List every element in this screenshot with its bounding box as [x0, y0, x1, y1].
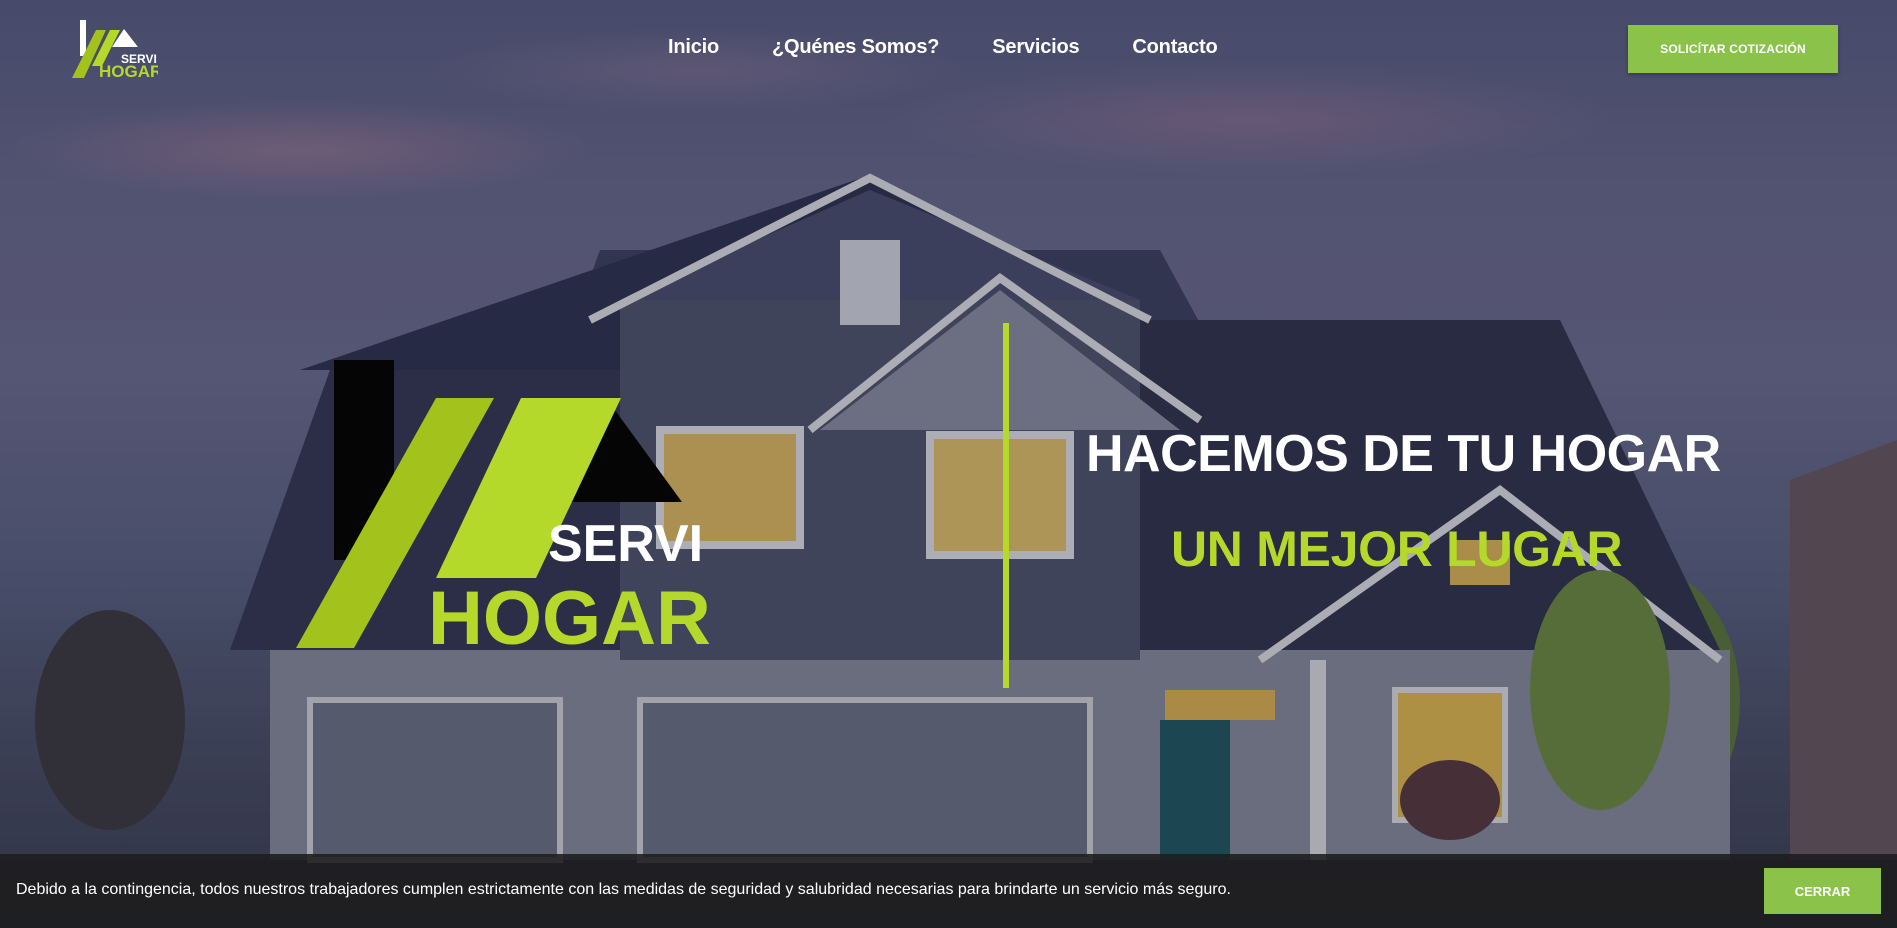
nav-item-contacto[interactable]: Contacto [1132, 36, 1217, 59]
nav-item-inicio[interactable]: Inicio [668, 36, 719, 59]
hero-logo: SERVI HOGAR [296, 360, 711, 648]
hero-divider [1003, 323, 1009, 688]
servi-hogar-logo-icon: SERVI HOGAR [72, 20, 162, 81]
hero-subheadline: UN MEJOR LUGAR [1171, 521, 1623, 577]
close-notice-button[interactable]: CERRAR [1764, 868, 1881, 914]
header-logo-hogar: HOGAR [99, 62, 158, 80]
nav-item-quienes-somos[interactable]: ¿Quénes Somos? [772, 36, 939, 59]
header-logo[interactable]: SERVI HOGAR [72, 18, 162, 81]
hero-headline: HACEMOS DE TU HOGAR [1086, 425, 1721, 483]
nav-item-servicios[interactable]: Servicios [992, 36, 1079, 59]
site-header: SERVI HOGAR Inicio ¿Quénes Somos? Servic… [0, 0, 1897, 100]
request-quote-button[interactable]: SOLICÍTAR COTIZACIÓN [1628, 25, 1838, 73]
hero-logo-hogar: HOGAR [428, 576, 711, 648]
covid-notice-bar: Debido a la contingencia, todos nuestros… [0, 854, 1897, 928]
main-nav: Inicio ¿Quénes Somos? Servicios Contacto [668, 36, 1270, 59]
hero-logo-servi: SERVI [548, 515, 703, 573]
notice-text: Debido a la contingencia, todos nuestros… [16, 881, 1231, 898]
